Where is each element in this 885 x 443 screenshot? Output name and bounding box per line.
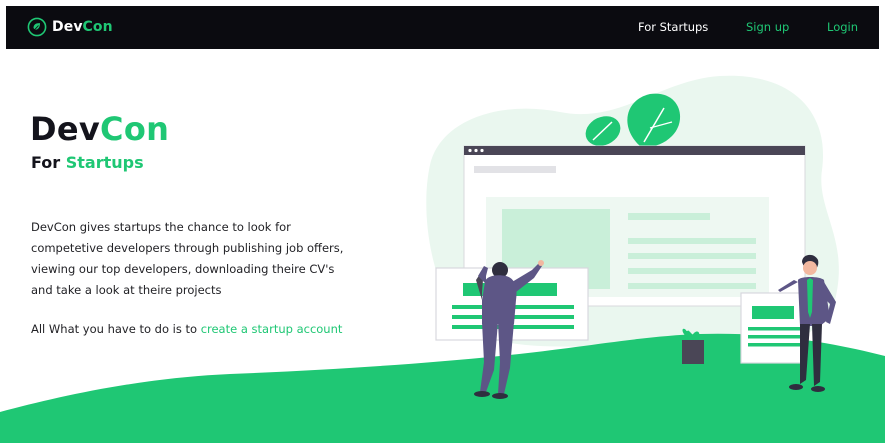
create-startup-account-link[interactable]: create a startup account	[201, 322, 343, 336]
nav-link-sign-up[interactable]: Sign up	[746, 20, 789, 34]
hero-subtitle: For Startups	[31, 153, 144, 172]
hero-subtitle-accent: Startups	[65, 153, 144, 172]
hero-title-accent: Con	[100, 110, 170, 148]
nav-link-login[interactable]: Login	[827, 20, 858, 34]
right-card	[740, 292, 807, 364]
hero-description: DevCon gives startups the chance to look…	[31, 220, 344, 297]
brand-logo[interactable]: DevCon	[27, 16, 113, 38]
hero-title: DevCon	[30, 110, 169, 148]
brand-name: DevCon	[52, 19, 113, 35]
leaf-circle-icon	[27, 17, 47, 37]
nav-link-for-startups[interactable]: For Startups	[638, 20, 708, 34]
cta-text: All What you have to do is to	[31, 322, 201, 336]
hero-subtitle-prefix: For	[31, 153, 66, 172]
brand-name-prefix: Dev	[52, 19, 83, 35]
page: DevCon For Startups Sign up Login DevCon…	[0, 0, 885, 443]
hero-title-prefix: Dev	[30, 110, 101, 148]
navbar: DevCon For Startups Sign up Login	[6, 6, 879, 49]
brand-name-accent: Con	[82, 19, 113, 35]
cta-line: All What you have to do is to create a s…	[31, 322, 342, 336]
